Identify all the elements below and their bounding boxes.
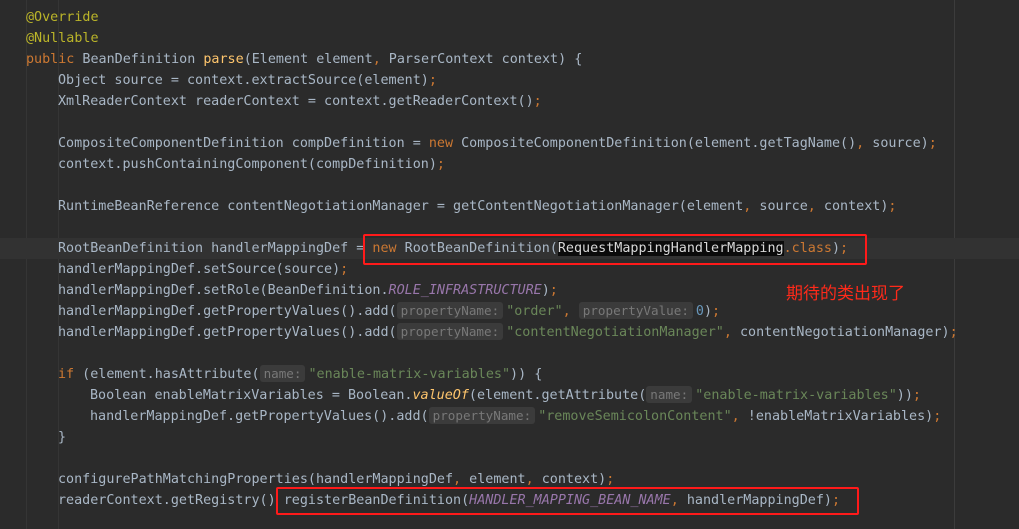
code-token: )) {: [510, 367, 543, 382]
code-line[interactable]: XmlReaderContext readerContext = context…: [0, 91, 1019, 112]
code-token: handlerMappingDef.setSource(source): [58, 262, 341, 277]
constant: ROLE_INFRASTRUCTURE: [388, 283, 542, 298]
code-line[interactable]: @Override: [0, 7, 1019, 28]
code-token: handlerMappingDef.getPropertyValues().ad…: [90, 409, 429, 424]
code-line[interactable]: context.pushContainingComponent(compDefi…: [0, 154, 1019, 175]
code-token: XmlReaderContext readerContext = context…: [58, 94, 534, 109]
string-literal: "enable-matrix-variables": [695, 388, 897, 403]
string-literal: "order": [506, 304, 563, 319]
code-token: (element.hasAttribute(: [74, 367, 260, 382]
code-line[interactable]: RuntimeBeanReference contentNegotiationM…: [0, 196, 1019, 217]
code-token: handlerMappingDef.getPropertyValues().ad…: [58, 325, 397, 340]
parameter-hint: propertyName:: [428, 407, 536, 424]
highlight-box-register-bean-definition: [276, 487, 859, 515]
code-token: BeanDefinition: [74, 52, 204, 67]
parameter-hint: propertyValue:: [578, 302, 693, 319]
keyword: new: [428, 136, 454, 151]
code-token: handlerMappingDef.getPropertyValues().ad…: [58, 304, 397, 319]
code-line[interactable]: handlerMappingDef.getPropertyValues().ad…: [0, 322, 1019, 343]
code-token: contentNegotiationManager): [731, 325, 950, 340]
code-line[interactable]: }: [0, 427, 1019, 448]
method-name: valueOf: [412, 388, 469, 403]
string-literal: "enable-matrix-variables": [308, 367, 511, 382]
keyword: if: [58, 367, 75, 382]
code-token: )): [896, 388, 913, 403]
code-token: !enableMatrixVariables): [739, 409, 934, 424]
code-line[interactable]: CompositeComponentDefinition compDefinit…: [0, 133, 1019, 154]
code-line[interactable]: handlerMappingDef.getPropertyValues().ad…: [0, 301, 1019, 322]
code-token: element: [461, 472, 526, 487]
parameter-hint: name:: [259, 365, 306, 382]
parameter-hint: propertyName:: [396, 302, 504, 319]
code-token: Object source = context.extractSource(el…: [58, 73, 429, 88]
keyword: public: [26, 52, 75, 67]
code-token: CompositeComponentDefinition compDefinit…: [58, 136, 429, 151]
code-token: RuntimeBeanReference contentNegotiationM…: [58, 199, 744, 214]
code-token: context): [815, 199, 889, 214]
string-literal: "contentNegotiationManager": [506, 325, 724, 340]
code-token: readerContext.getRegistry(): [58, 493, 276, 508]
code-line[interactable]: Object source = context.extractSource(el…: [0, 70, 1019, 91]
code-token: context.pushContainingComponent(compDefi…: [58, 157, 437, 172]
code-line[interactable]: public BeanDefinition parse(Element elem…: [0, 49, 1019, 70]
code-token: configurePathMatchingProperties(handlerM…: [58, 472, 454, 487]
code-token: source): [864, 136, 929, 151]
string-literal: "removeSemicolonContent": [538, 409, 732, 424]
code-token: handlerMappingDef.setRole(BeanDefinition…: [58, 283, 389, 298]
code-token: ParserContext context) {: [380, 52, 583, 67]
code-token: }: [58, 430, 67, 445]
code-line[interactable]: if (element.hasAttribute(name: "enable-ma…: [0, 364, 1019, 385]
code-editor[interactable]: @Override @Nullable public BeanDefinitio…: [0, 0, 1019, 529]
code-token: ): [703, 304, 713, 319]
code-token: RootBeanDefinition handlerMappingDef =: [58, 241, 373, 256]
annotation-note: 期待的类出现了: [786, 284, 905, 304]
code-token: (Element element: [243, 52, 373, 67]
annotation-nullable: @Nullable: [26, 31, 99, 46]
parameter-hint: name:: [646, 386, 693, 403]
code-token: Boolean enableMatrixVariables = Boolean.: [90, 388, 413, 403]
code-token: CompositeComponentDefinition(element.get…: [453, 136, 857, 151]
annotation-override: @Override: [26, 10, 99, 25]
parameter-hint: propertyName:: [396, 323, 504, 340]
code-token: context): [533, 472, 607, 487]
code-token: (element.getAttribute(: [468, 388, 647, 403]
method-name: parse: [203, 52, 244, 67]
highlight-box-new-root-bean-definition: [363, 234, 867, 265]
code-token: source: [751, 199, 808, 214]
number-literal: 0: [695, 304, 704, 319]
code-token: ): [541, 283, 550, 298]
code-line[interactable]: handlerMappingDef.getPropertyValues().ad…: [0, 406, 1019, 427]
code-line[interactable]: @Nullable: [0, 28, 1019, 49]
code-line[interactable]: Boolean enableMatrixVariables = Boolean.…: [0, 385, 1019, 406]
